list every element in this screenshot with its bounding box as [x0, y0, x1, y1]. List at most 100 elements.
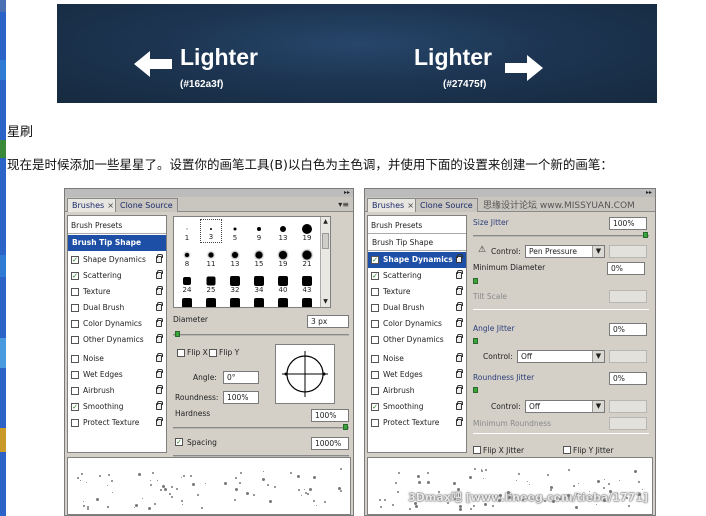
- collapse-icon[interactable]: ▸▸: [646, 189, 652, 196]
- flip-y-jitter-checkbox[interactable]: [563, 446, 571, 454]
- lock-icon[interactable]: [456, 302, 463, 311]
- option-checkbox[interactable]: [71, 320, 79, 328]
- lock-icon[interactable]: [456, 385, 463, 394]
- spacing-field[interactable]: 1000%: [311, 437, 349, 450]
- option-checkbox[interactable]: [371, 387, 379, 395]
- lock-icon[interactable]: [456, 353, 463, 362]
- brush-preset-cell[interactable]: 19: [296, 219, 318, 243]
- option-shape-dynamics[interactable]: ✓ Shape Dynamics: [68, 252, 166, 268]
- option-checkbox[interactable]: [371, 304, 379, 312]
- flip-x-jitter-checkbox[interactable]: [473, 446, 481, 454]
- flip-y-checkbox[interactable]: [209, 349, 217, 357]
- flip-x-checkbox[interactable]: [177, 349, 185, 357]
- scroll-thumb[interactable]: [322, 233, 329, 249]
- angle-jitter-field[interactable]: 0%: [609, 323, 647, 336]
- lock-icon[interactable]: [156, 401, 163, 410]
- scroll-down-icon[interactable]: ▼: [322, 298, 329, 306]
- brush-preset-cell[interactable]: [200, 297, 222, 307]
- option-dual-brush[interactable]: Dual Brush: [68, 300, 166, 316]
- option-scattering[interactable]: ✓ Scattering: [368, 268, 466, 284]
- option-checkbox[interactable]: [371, 371, 379, 379]
- option-checkbox[interactable]: [371, 419, 379, 427]
- brush-preset-cell[interactable]: 5: [224, 219, 246, 243]
- brush-preset-cell[interactable]: 3: [200, 219, 222, 243]
- roundness-jitter-thumb[interactable]: [473, 387, 478, 393]
- option-checkbox[interactable]: [371, 320, 379, 328]
- angle-field[interactable]: 0°: [223, 371, 259, 384]
- brush-preset-cell[interactable]: 32: [224, 271, 246, 295]
- option-protect-texture[interactable]: Protect Texture: [368, 415, 466, 431]
- size-jitter-thumb[interactable]: [643, 232, 648, 238]
- option-checkbox[interactable]: ✓: [371, 256, 379, 264]
- size-jitter-slider[interactable]: [473, 235, 649, 237]
- brush-tip-shape-item[interactable]: Brush Tip Shape: [68, 235, 166, 251]
- brush-preset-cell[interactable]: 13: [224, 245, 246, 269]
- panel-menu-icon[interactable]: ▾≡: [338, 200, 349, 209]
- option-texture[interactable]: Texture: [68, 284, 166, 300]
- option-checkbox[interactable]: [71, 355, 79, 363]
- brush-preset-cell[interactable]: [296, 297, 318, 307]
- option-protect-texture[interactable]: Protect Texture: [68, 415, 166, 431]
- brush-preset-cell[interactable]: 40: [272, 271, 294, 295]
- lock-icon[interactable]: [156, 286, 163, 295]
- option-other-dynamics[interactable]: Other Dynamics: [368, 332, 466, 348]
- control-select-2[interactable]: Off ▼: [517, 350, 605, 363]
- size-jitter-field[interactable]: 100%: [609, 217, 647, 230]
- lock-icon[interactable]: [456, 254, 463, 263]
- tab-clone-source[interactable]: Clone Source: [115, 198, 178, 212]
- lock-icon[interactable]: [156, 353, 163, 362]
- option-noise[interactable]: Noise: [368, 351, 466, 367]
- lock-icon[interactable]: [456, 401, 463, 410]
- option-checkbox[interactable]: [71, 419, 79, 427]
- option-checkbox[interactable]: [71, 371, 79, 379]
- option-checkbox[interactable]: ✓: [371, 403, 379, 411]
- option-checkbox[interactable]: [71, 336, 79, 344]
- min-diameter-thumb[interactable]: [473, 278, 478, 284]
- collapse-icon[interactable]: ▸▸: [344, 189, 350, 196]
- option-checkbox[interactable]: [371, 355, 379, 363]
- option-checkbox[interactable]: [371, 336, 379, 344]
- lock-icon[interactable]: [156, 334, 163, 343]
- lock-icon[interactable]: [156, 302, 163, 311]
- roundness-field[interactable]: 100%: [223, 391, 259, 404]
- brush-preset-cell[interactable]: 11: [200, 245, 222, 269]
- lock-icon[interactable]: [156, 270, 163, 279]
- min-diameter-field[interactable]: 0%: [607, 262, 645, 275]
- angle-jitter-thumb[interactable]: [473, 338, 478, 344]
- option-checkbox[interactable]: ✓: [71, 256, 79, 264]
- roundness-jitter-field[interactable]: 0%: [609, 372, 647, 385]
- brush-preset-cell[interactable]: 34: [248, 271, 270, 295]
- option-scattering[interactable]: ✓ Scattering: [68, 268, 166, 284]
- diameter-slider-thumb[interactable]: [175, 331, 180, 337]
- option-checkbox[interactable]: [71, 387, 79, 395]
- brush-preset-cell[interactable]: 15: [248, 245, 270, 269]
- option-checkbox[interactable]: ✓: [71, 272, 79, 280]
- option-smoothing[interactable]: ✓ Smoothing: [68, 399, 166, 415]
- hardness-slider[interactable]: [173, 427, 349, 429]
- option-wet-edges[interactable]: Wet Edges: [68, 367, 166, 383]
- brush-preset-cell[interactable]: 13: [272, 219, 294, 243]
- lock-icon[interactable]: [456, 318, 463, 327]
- option-wet-edges[interactable]: Wet Edges: [368, 367, 466, 383]
- close-icon[interactable]: ×: [407, 201, 414, 210]
- brush-preset-cell[interactable]: [224, 297, 246, 307]
- brush-preset-cell[interactable]: [272, 297, 294, 307]
- brush-preset-cell[interactable]: 1: [176, 219, 198, 243]
- tab-brushes[interactable]: Brushes ×: [367, 198, 419, 212]
- lock-icon[interactable]: [456, 270, 463, 279]
- close-icon[interactable]: ×: [107, 201, 114, 210]
- option-texture[interactable]: Texture: [368, 284, 466, 300]
- brush-preset-cell[interactable]: [248, 297, 270, 307]
- brush-preset-cell[interactable]: 9: [248, 219, 270, 243]
- option-color-dynamics[interactable]: Color Dynamics: [368, 316, 466, 332]
- brush-presets-item[interactable]: Brush Presets: [68, 218, 166, 234]
- spacing-checkbox[interactable]: ✓: [175, 438, 183, 446]
- lock-icon[interactable]: [456, 286, 463, 295]
- lock-icon[interactable]: [156, 417, 163, 426]
- option-other-dynamics[interactable]: Other Dynamics: [68, 332, 166, 348]
- option-noise[interactable]: Noise: [68, 351, 166, 367]
- hardness-field[interactable]: 100%: [311, 409, 349, 422]
- option-color-dynamics[interactable]: Color Dynamics: [68, 316, 166, 332]
- brush-preset-cell[interactable]: 19: [272, 245, 294, 269]
- option-checkbox[interactable]: [371, 288, 379, 296]
